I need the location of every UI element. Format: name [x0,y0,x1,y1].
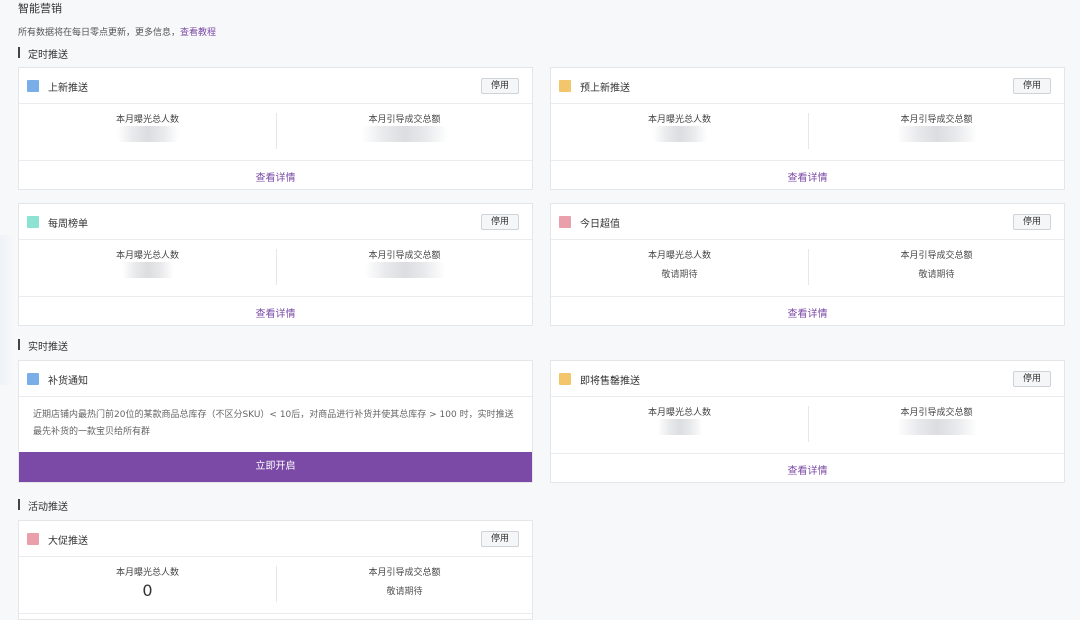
stop-button[interactable]: 停用 [481,214,519,230]
blurred-value [116,126,179,142]
revenue-label: 本月引导成交总额 [900,408,973,418]
exposure-value: 敬请期待 [661,270,698,280]
tutorial-link[interactable]: 查看教程 [180,28,216,38]
card-title: 预上新推送 [580,83,630,94]
notice-text: 所有数据将在每日零点更新，更多信息， [18,28,181,38]
revenue-stat: 本月引导成交总额 [808,397,1065,453]
revenue-label: 本月引导成交总额 [368,251,441,261]
view-details-link[interactable]: 查看详情 [551,462,1064,477]
exposure-stat: 本月曝光总人数 [551,104,808,160]
blurred-value [121,262,174,278]
revenue-stat: 本月引导成交总额 [808,104,1065,160]
blurred-value [361,126,448,142]
teal-square-icon [27,216,39,228]
exposure-label: 本月曝光总人数 [115,251,179,261]
section-title-campaign: 活动推送 [18,498,68,513]
card-footer: 查看详情 [551,454,1064,482]
card-title: 补货通知 [48,376,88,387]
card-weekly-ranking: 每周榜单 停用 本月曝光总人数 本月引导成交总额 查看详情 [18,203,533,326]
card-footer: 查看详情 [19,297,532,325]
stats-row: 本月曝光总人数 本月引导成交总额 [551,397,1064,454]
stop-button[interactable]: 停用 [481,78,519,94]
view-details-link[interactable]: 查看详情 [19,305,532,320]
card-header: 补货通知 [19,361,532,397]
exposure-label: 本月曝光总人数 [647,251,711,261]
card-header: 大促推送 停用 [19,521,532,557]
exposure-label: 本月曝光总人数 [115,568,179,578]
view-details-link[interactable]: 查看详情 [551,169,1064,184]
card-footer: 查看详情 [19,161,532,189]
exposure-stat: 本月曝光总人数 [19,240,276,296]
card-title: 今日超值 [580,219,620,230]
exposure-stat: 本月曝光总人数 [19,104,276,160]
revenue-label: 本月引导成交总额 [900,251,973,261]
card-footer: 查看详情 [551,297,1064,325]
start-now-button[interactable]: 立即开启 [19,452,532,482]
card-sold-out-soon: 即将售罄推送 停用 本月曝光总人数 本月引导成交总额 查看详情 [550,360,1065,483]
exposure-stat: 本月曝光总人数 [551,397,808,453]
revenue-value: 敬请期待 [918,270,955,280]
blue-square-icon [27,373,39,385]
card-header: 预上新推送 停用 [551,68,1064,104]
blurred-value [896,419,977,435]
background-decoration [0,235,14,385]
stats-row: 本月曝光总人数 本月引导成交总额 [19,240,532,297]
card-title: 每周榜单 [48,219,88,230]
stop-button[interactable]: 停用 [481,531,519,547]
stats-row: 本月曝光总人数 本月引导成交总额 [19,104,532,161]
card-title: 大促推送 [48,536,88,547]
revenue-stat: 本月引导成交总额 敬请期待 [808,240,1065,296]
card-big-promo: 大促推送 停用 本月曝光总人数 0 本月引导成交总额 敬请期待 [18,520,533,620]
revenue-stat: 本月引导成交总额 [276,104,533,160]
card-title: 即将售罄推送 [580,376,640,387]
exposure-label: 本月曝光总人数 [647,115,711,125]
blurred-value [364,262,445,278]
revenue-stat: 本月引导成交总额 [276,240,533,296]
card-footer: 查看详情 [551,161,1064,189]
stop-button[interactable]: 停用 [1013,214,1051,230]
card-restock: 补货通知 近期店铺内最热门前20位的某款商品总库存（不区分SKU）< 10后，对… [18,360,533,483]
blurred-value [652,126,707,142]
view-details-link[interactable]: 查看详情 [19,169,532,184]
view-details-link[interactable]: 查看详情 [551,305,1064,320]
card-header: 每周榜单 停用 [19,204,532,240]
exposure-label: 本月曝光总人数 [647,408,711,418]
card-pre-arrivals: 预上新推送 停用 本月曝光总人数 本月引导成交总额 查看详情 [550,67,1065,190]
page-title: 智能营销 [18,2,62,15]
card-header: 今日超值 停用 [551,204,1064,240]
blurred-value [657,419,702,435]
card-header: 上新推送 停用 [19,68,532,104]
exposure-stat: 本月曝光总人数 敬请期待 [551,240,808,296]
exposure-stat: 本月曝光总人数 0 [19,557,276,613]
yellow-square-icon [559,80,571,92]
stats-row: 本月曝光总人数 0 本月引导成交总额 敬请期待 [19,557,532,614]
section-title-scheduled: 定时推送 [18,46,68,61]
pink-square-icon [27,533,39,545]
card-header: 即将售罄推送 停用 [551,361,1064,397]
stop-button[interactable]: 停用 [1013,371,1051,387]
revenue-value: 敬请期待 [386,587,423,597]
card-new-arrivals: 上新推送 停用 本月曝光总人数 本月引导成交总额 查看详情 [18,67,533,190]
stop-button[interactable]: 停用 [1013,78,1051,94]
stats-row: 本月曝光总人数 敬请期待 本月引导成交总额 敬请期待 [551,240,1064,297]
card-today-deals: 今日超值 停用 本月曝光总人数 敬请期待 本月引导成交总额 敬请期待 查看详情 [550,203,1065,326]
blue-square-icon [27,80,39,92]
revenue-label: 本月引导成交总额 [900,115,973,125]
revenue-stat: 本月引导成交总额 敬请期待 [276,557,533,613]
card-title: 上新推送 [48,83,88,94]
exposure-value: 0 [142,581,153,600]
restock-description: 近期店铺内最热门前20位的某款商品总库存（不区分SKU）< 10后，对商品进行补… [33,410,514,437]
pink-square-icon [559,216,571,228]
revenue-label: 本月引导成交总额 [368,568,441,578]
update-notice: 所有数据将在每日零点更新，更多信息，查看教程 [18,25,216,38]
blurred-value [896,126,977,142]
yellow-square-icon [559,373,571,385]
revenue-label: 本月引导成交总额 [368,115,441,125]
section-title-realtime: 实时推送 [18,338,68,353]
exposure-label: 本月曝光总人数 [115,115,179,125]
stats-row: 本月曝光总人数 本月引导成交总额 [551,104,1064,161]
